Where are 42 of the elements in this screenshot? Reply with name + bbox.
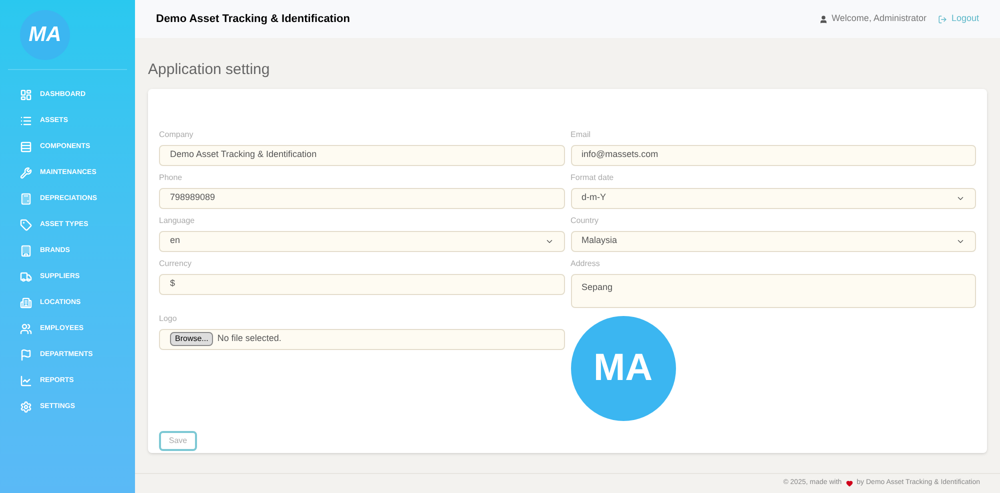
flag-icon xyxy=(20,349,32,361)
field-label: Company xyxy=(159,128,194,140)
list-icon xyxy=(20,115,32,127)
field-label: Country xyxy=(570,214,600,226)
heart-icon xyxy=(846,480,853,487)
file-field[interactable]: Browse... No file selected. xyxy=(159,328,564,350)
browse-button[interactable]: Browse... xyxy=(170,332,214,346)
calculator-icon xyxy=(20,193,32,205)
logout-link[interactable]: Logout xyxy=(938,12,979,26)
field-label: Language xyxy=(159,214,196,226)
line-chart-icon xyxy=(20,375,32,387)
logo: MA xyxy=(20,10,70,60)
select-field[interactable]: d-m-Y xyxy=(570,188,976,208)
logout-icon xyxy=(938,14,948,24)
field-label: Email xyxy=(570,128,592,140)
app-title: Demo Asset Tracking & Identification xyxy=(156,12,350,27)
wrench-icon xyxy=(20,167,32,179)
dashboard-icon xyxy=(20,89,32,101)
buildings-icon xyxy=(20,297,32,309)
settings-icon xyxy=(20,401,32,413)
field-label: Logo xyxy=(159,312,178,324)
users-icon xyxy=(20,323,32,335)
building-icon xyxy=(20,245,32,257)
select-field[interactable]: en xyxy=(159,230,564,252)
welcome-text: Welcome, Administrator xyxy=(832,12,926,26)
text-field[interactable]: $ xyxy=(159,274,564,294)
field-label: Format date xyxy=(570,172,615,184)
field-label: Currency xyxy=(159,258,192,270)
text-area[interactable]: Sepang xyxy=(570,274,976,308)
rows-icon xyxy=(20,141,32,153)
page-title: Application setting xyxy=(148,60,271,80)
text-field[interactable]: Demo Asset Tracking & Identification xyxy=(159,144,564,166)
field-label: Address xyxy=(570,258,601,270)
tag-icon xyxy=(20,219,32,231)
text-field[interactable]: 798989089 xyxy=(159,188,564,208)
user-icon xyxy=(818,14,828,24)
select-field[interactable]: Malaysia xyxy=(570,230,976,252)
logo-preview: MA xyxy=(570,316,676,420)
save-button[interactable]: Save xyxy=(159,430,197,450)
text-field[interactable]: info@massets.com xyxy=(570,144,976,166)
truck-icon xyxy=(20,271,32,283)
field-label: Phone xyxy=(159,172,184,184)
